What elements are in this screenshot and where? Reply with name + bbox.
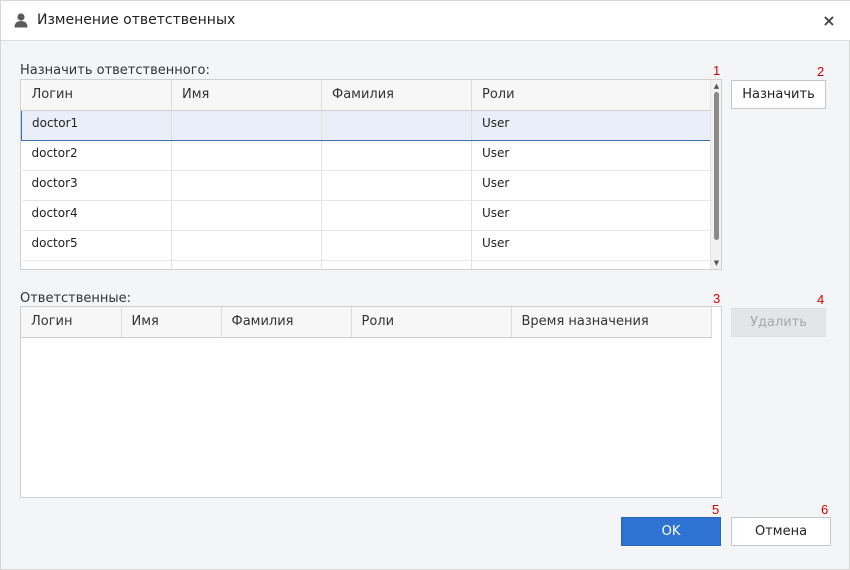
cell-first-name [171,230,322,261]
ok-button[interactable]: OK [621,517,721,546]
cell-roles: User [471,170,712,201]
assign-section-label: Назначить ответственного: [20,63,210,78]
responsible-grid: Логин Имя Фамилия Роли Время назначения [20,306,722,498]
assign-users-grid: Логин Имя Фамилия Роли doctor1 User doct… [20,79,722,270]
cell-roles: User [471,200,712,231]
column-header-first-name[interactable]: Имя [171,80,322,111]
cell-first-name [171,200,322,231]
cell-roles: User [471,109,712,141]
assign-users-table: Логин Имя Фамилия Роли doctor1 User doct… [21,80,712,269]
column-header-roles[interactable]: Роли [351,307,512,338]
cell-login: doctor4 [21,200,172,231]
close-icon[interactable]: × [819,11,839,31]
cell-login: doctor3 [21,170,172,201]
cell-first-name [171,170,322,201]
cell-last-name [321,230,472,261]
column-header-last-name[interactable]: Фамилия [321,80,472,111]
column-header-first-name[interactable]: Имя [121,307,222,338]
table-row[interactable]: doctor2 User [21,140,712,171]
cell-login: doctor1 [21,109,172,141]
change-responsible-dialog: Изменение ответственных × Назначить отве… [0,0,850,570]
dialog-titlebar: Изменение ответственных × [1,1,850,41]
cell-login: doctor2 [21,140,172,171]
column-header-login[interactable]: Логин [21,80,172,111]
cell-roles [471,260,712,269]
assign-grid-scrollbar[interactable]: ▲ ▼ [710,80,721,269]
assign-button[interactable]: Назначить [731,80,826,109]
assign-header-row: Логин Имя Фамилия Роли [21,80,712,111]
cancel-button[interactable]: Отмена [731,517,831,546]
marker-5: 5 [712,502,720,517]
cell-first-name [171,109,322,141]
marker-1: 1 [713,63,721,78]
table-row[interactable]: doctor5 User [21,230,712,261]
cell-last-name [321,200,472,231]
cell-last-name [321,170,472,201]
cell-login: doctor5 [21,230,172,261]
scrollbar-thumb[interactable] [714,92,719,240]
scroll-down-icon[interactable]: ▼ [711,258,721,268]
column-header-last-name[interactable]: Фамилия [221,307,352,338]
cell-login [21,260,172,269]
table-row[interactable] [21,260,712,269]
cell-first-name [171,140,322,171]
marker-6: 6 [821,502,829,517]
table-row[interactable]: doctor3 User [21,170,712,201]
marker-4: 4 [817,292,825,307]
cell-first-name [171,260,322,269]
scroll-up-icon[interactable]: ▲ [711,81,721,91]
table-row[interactable]: doctor4 User [21,200,712,231]
user-icon [13,12,29,28]
cell-roles: User [471,140,712,171]
cell-roles: User [471,230,712,261]
column-header-assigned-time[interactable]: Время назначения [511,307,712,338]
table-row[interactable]: doctor1 User [21,109,712,141]
responsible-table: Логин Имя Фамилия Роли Время назначения [21,307,712,338]
cell-last-name [321,109,472,141]
column-header-login[interactable]: Логин [21,307,122,338]
column-header-roles[interactable]: Роли [471,80,712,111]
dialog-title: Изменение ответственных [37,12,236,28]
cell-last-name [321,140,472,171]
cell-last-name [321,260,472,269]
responsible-header-row: Логин Имя Фамилия Роли Время назначения [21,307,712,338]
marker-3: 3 [713,291,721,306]
delete-button[interactable]: Удалить [731,308,826,337]
responsible-section-label: Ответственные: [20,291,132,306]
marker-2: 2 [817,64,825,79]
